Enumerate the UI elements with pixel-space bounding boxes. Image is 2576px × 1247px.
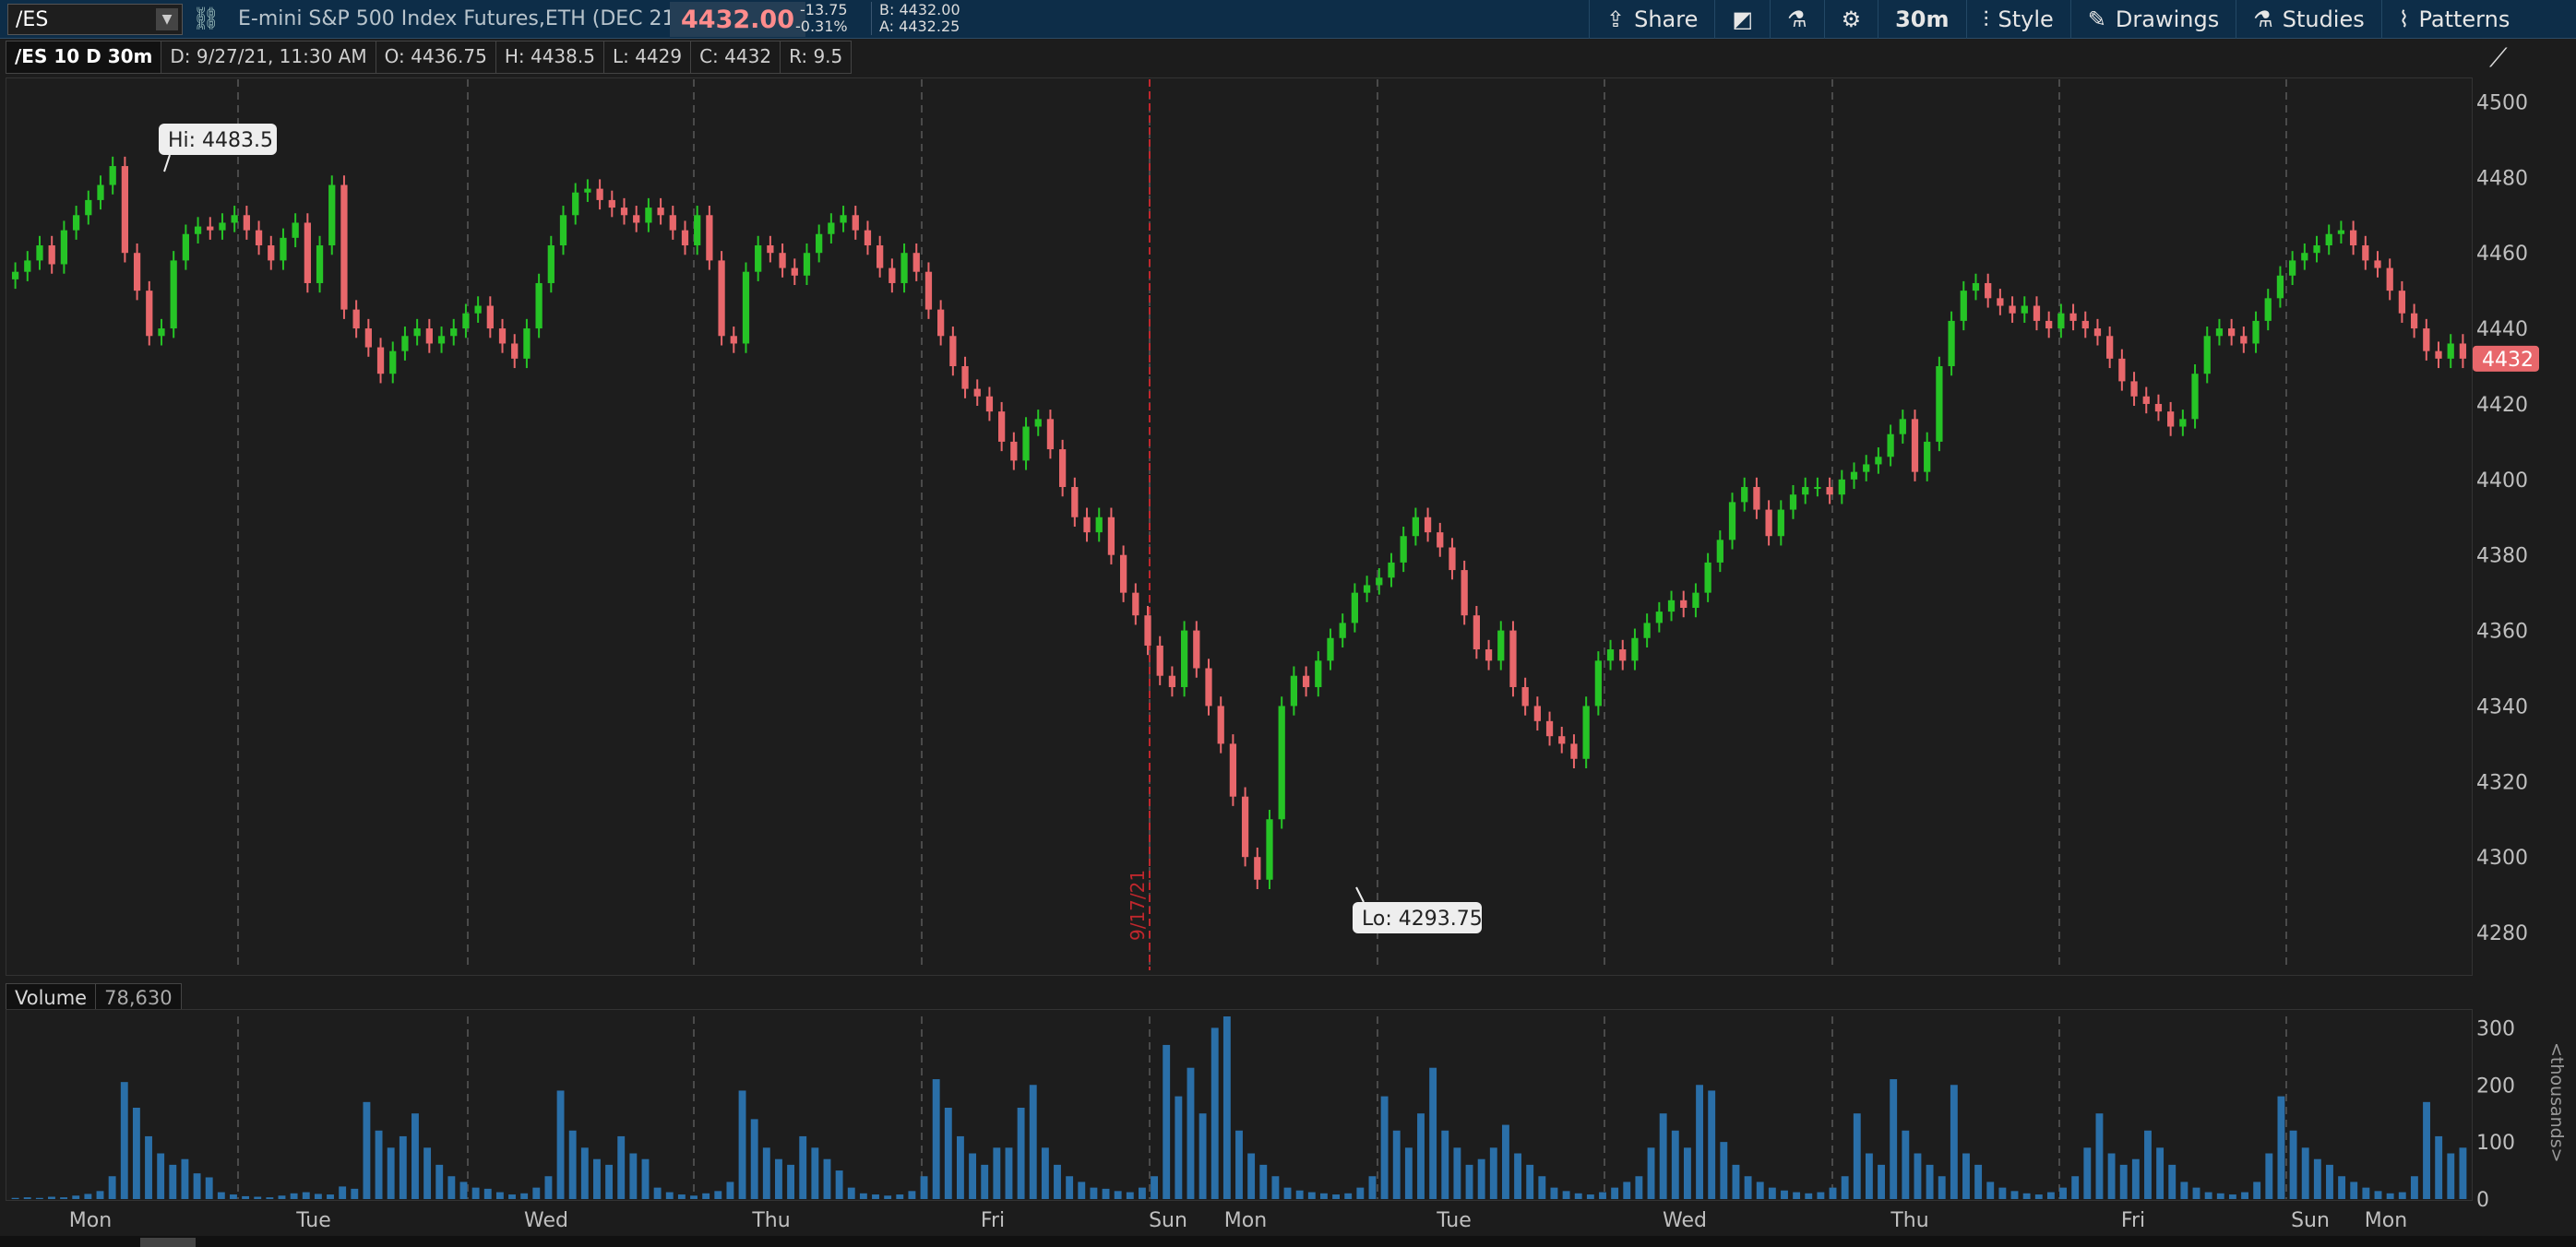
time-axis-label: Fri <box>2121 1209 2145 1232</box>
time-axis-label: Wed <box>1663 1209 1707 1232</box>
symbol-input[interactable]: /ES ▼ <box>7 4 183 35</box>
change-percent: -0.31% <box>795 18 848 35</box>
current-price-tag <box>2473 345 2539 372</box>
style-label: Style <box>1998 6 2054 32</box>
time-axis-label: Thu <box>751 1209 790 1232</box>
price-tick-label: 4300 <box>2476 847 2528 870</box>
patterns-label: Patterns <box>2418 6 2510 32</box>
candlestick-icon: ⫶ <box>1983 6 1989 32</box>
price-tick-label: 4360 <box>2476 621 2528 644</box>
low-value: L: 4429 <box>602 41 692 74</box>
flask-button[interactable]: ⚗ <box>1770 0 1824 39</box>
volume-tick-label: 300 <box>2476 1017 2515 1040</box>
settings-button[interactable]: ⚙ <box>1823 0 1878 39</box>
time-axis-label: Mon <box>2365 1209 2407 1232</box>
price-tick-label: 4440 <box>2476 318 2528 341</box>
change-value: -13.75 <box>800 1 848 18</box>
instrument-description: E-mini S&P 500 Index Futures,ETH (DEC 21… <box>238 7 684 30</box>
camera-icon: ◩ <box>1732 6 1754 32</box>
ask-value: A: 4432.25 <box>879 18 960 35</box>
price-tick-label: 4280 <box>2476 922 2528 945</box>
price-change: -13.75 -0.31% <box>795 2 848 35</box>
studies-button[interactable]: ⚗ Studies <box>2236 0 2381 39</box>
chart-title: /ES 10 D 30m <box>6 41 162 74</box>
bid-value: B: 4432.00 <box>879 1 960 18</box>
bid-ask: B: 4432.00 A: 4432.25 <box>871 2 960 35</box>
patterns-icon: ⌇ <box>2398 6 2410 32</box>
share-icon: ⇪ <box>1606 6 1626 32</box>
price-tick-label: 4420 <box>2476 394 2528 417</box>
drawing-tool-icon[interactable]: ⟋ <box>2489 42 2508 74</box>
drawings-label: Drawings <box>2115 6 2220 32</box>
price-tick-label: 4500 <box>2476 91 2528 114</box>
open-value: O: 4436.75 <box>375 41 496 74</box>
price-tick-label: 4380 <box>2476 545 2528 568</box>
time-axis-label: Sun <box>1149 1209 1187 1232</box>
price-tick-label: 4460 <box>2476 243 2528 266</box>
time-axis-label: Thu <box>1890 1209 1928 1232</box>
price-tick-label: 4320 <box>2476 771 2528 794</box>
timeframe-button[interactable]: 30m <box>1878 0 1965 39</box>
gear-icon: ⚙ <box>1841 6 1862 32</box>
time-axis-label: Tue <box>1436 1209 1472 1232</box>
pencil-icon: ✎ <box>2087 6 2106 32</box>
volume-unit-label: <thousands> <box>2546 1042 2567 1163</box>
volume-tick-label: 100 <box>2476 1132 2515 1155</box>
toolbar-actions: ⇪ Share ◩ ⚗ ⚙ 30m ⫶ Style ✎ Drawings ⚗ S… <box>1589 0 2526 39</box>
high-value: H: 4438.5 <box>495 41 604 74</box>
share-label: Share <box>1634 6 1699 32</box>
style-button[interactable]: ⫶ Style <box>1965 0 2070 39</box>
price-tick-label: 4340 <box>2476 695 2528 719</box>
time-axis-label: Mon <box>1224 1209 1267 1232</box>
time-axis-label: Wed <box>524 1209 568 1232</box>
last-price: 4432.00 <box>670 2 805 37</box>
time-axis-label: Mon <box>69 1209 112 1232</box>
close-value: C: 4432 <box>690 41 781 74</box>
share-button[interactable]: ⇪ Share <box>1589 0 1714 39</box>
snapshot-button[interactable]: ◩ <box>1714 0 1770 39</box>
volume-tick-label: 0 <box>2476 1189 2489 1212</box>
timeframe-label: 30m <box>1895 6 1950 32</box>
price-tick-label: 4480 <box>2476 167 2528 190</box>
flask-icon: ⚗ <box>2253 6 2273 32</box>
chevron-down-icon[interactable]: ▼ <box>156 8 178 30</box>
range-value: R: 9.5 <box>780 41 853 74</box>
patterns-button[interactable]: ⌇ Patterns <box>2380 0 2527 39</box>
price-tick-label: 4400 <box>2476 469 2528 493</box>
main-toolbar: /ES ▼ ⛓ E-mini S&P 500 Index Futures,ETH… <box>0 0 2576 39</box>
time-axis-label: Sun <box>2291 1209 2330 1232</box>
link-icon[interactable]: ⛓ <box>192 6 220 31</box>
price-chart-panel[interactable] <box>6 77 2473 976</box>
time-axis-label: Tue <box>295 1209 331 1232</box>
scrollbar-thumb[interactable] <box>140 1238 196 1247</box>
drawings-button[interactable]: ✎ Drawings <box>2069 0 2236 39</box>
ohlc-info-bar: /ES 10 D 30m D: 9/27/21, 11:30 AM O: 443… <box>6 41 853 74</box>
volume-chart-panel[interactable] <box>6 1009 2473 1201</box>
studies-label: Studies <box>2282 6 2365 32</box>
flask-icon: ⚗ <box>1787 6 1807 32</box>
volume-tick-label: 200 <box>2476 1075 2515 1098</box>
time-axis-label: Fri <box>981 1209 1005 1232</box>
current-price-label: 4432 <box>2482 349 2534 372</box>
symbol-text: /ES <box>16 7 49 31</box>
horizontal-scrollbar[interactable] <box>0 1236 2576 1247</box>
date-value: D: 9/27/21, 11:30 AM <box>161 41 376 74</box>
